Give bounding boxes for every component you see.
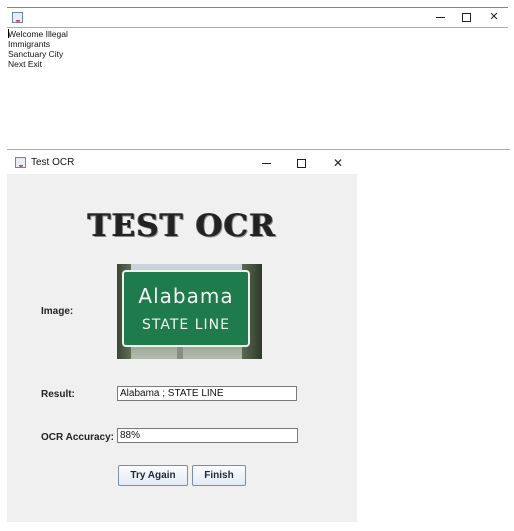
maximize-icon bbox=[461, 12, 471, 22]
minimize-icon bbox=[435, 16, 445, 18]
minimize-button[interactable] bbox=[255, 155, 277, 171]
close-button[interactable]: ✕ bbox=[483, 9, 505, 25]
minimize-button[interactable] bbox=[429, 9, 451, 25]
close-icon: ✕ bbox=[489, 11, 499, 23]
image-label: Image: bbox=[41, 306, 74, 317]
close-icon: ✕ bbox=[332, 156, 344, 170]
java-cup-icon bbox=[15, 157, 26, 168]
page-title: TEST OCR bbox=[87, 208, 277, 244]
editor-title-bar[interactable]: ✕ bbox=[7, 7, 508, 28]
editor-line: Immigrants bbox=[8, 39, 51, 49]
ocr-content-panel: TEST OCR Image: Alabama STATE LINE Resul… bbox=[7, 174, 357, 522]
editor-window: ✕ Welcome Illegal Immigrants Sanctuary C… bbox=[0, 0, 514, 152]
editor-line: Next Exit bbox=[8, 59, 43, 69]
accuracy-field[interactable]: 88% bbox=[117, 428, 298, 443]
maximize-icon bbox=[296, 158, 306, 168]
java-cup-icon bbox=[12, 12, 23, 23]
editor-line: Welcome Illegal bbox=[8, 29, 68, 39]
result-field[interactable]: Alabama ; STATE LINE bbox=[117, 386, 297, 401]
try-again-button[interactable]: Try Again bbox=[118, 465, 188, 486]
text-caret bbox=[8, 29, 9, 38]
finish-button[interactable]: Finish bbox=[192, 465, 246, 486]
road-sign: Alabama STATE LINE bbox=[122, 270, 250, 347]
minimize-icon bbox=[261, 162, 271, 164]
maximize-button[interactable] bbox=[455, 9, 477, 25]
sign-text-line2: STATE LINE bbox=[142, 317, 230, 333]
editor-text-area[interactable]: Welcome Illegal Immigrants Sanctuary Cit… bbox=[8, 29, 68, 69]
accuracy-label: OCR Accuracy: bbox=[41, 432, 114, 443]
close-button[interactable]: ✕ bbox=[327, 155, 349, 171]
window-title: Test OCR bbox=[31, 157, 75, 168]
editor-bottom-border bbox=[7, 149, 510, 150]
sign-text-line1: Alabama bbox=[138, 284, 234, 308]
result-label: Result: bbox=[41, 389, 75, 400]
editor-line: Sanctuary City bbox=[8, 49, 64, 59]
ocr-source-image: Alabama STATE LINE bbox=[117, 264, 262, 359]
maximize-button[interactable] bbox=[290, 155, 312, 171]
ocr-title-bar[interactable]: Test OCR ✕ bbox=[7, 152, 357, 174]
